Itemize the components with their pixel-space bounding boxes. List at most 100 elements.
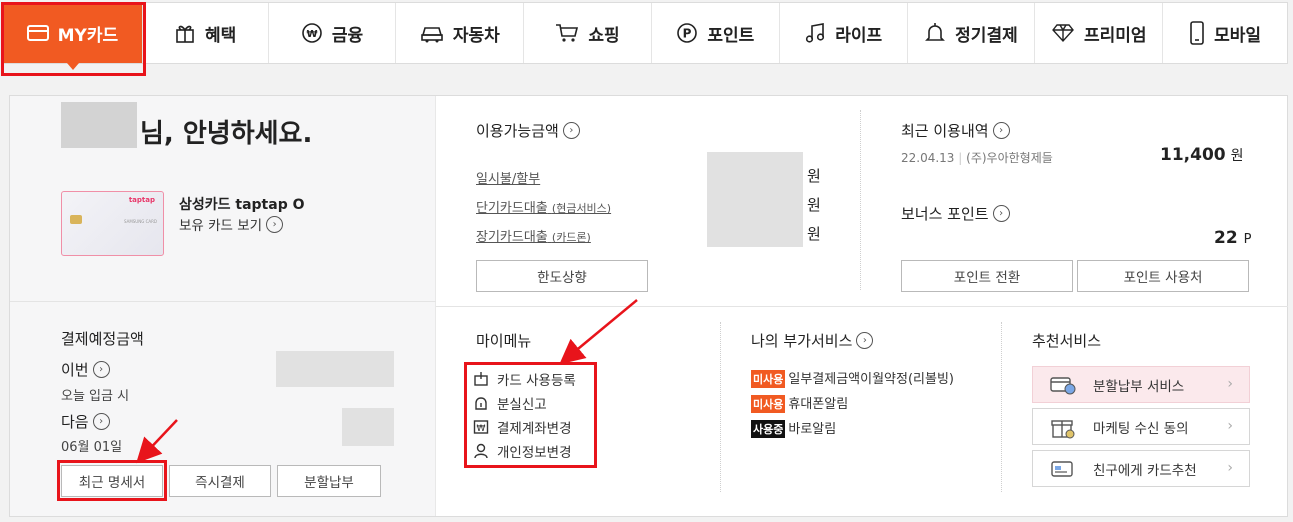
payment-next-label: 다음 (61, 413, 89, 431)
recent-amount-value: 11,400 (1160, 145, 1226, 165)
nav-label: 정기결제 (955, 25, 1018, 46)
status-badge: 미사용 (751, 370, 786, 388)
view-cards-label: 보유 카드 보기 (179, 218, 263, 234)
recommend-label: 마케팅 수신 동의 (1093, 420, 1189, 437)
gift-box-icon (1033, 415, 1093, 439)
annotation-box (464, 362, 597, 468)
nav-label: 프리미엄 (1083, 25, 1147, 46)
instant-pay-button[interactable]: 즉시결제 (169, 465, 271, 497)
payment-title: 결제예정금액 (61, 330, 144, 348)
mymenu-title: 마이메뉴 (476, 332, 532, 350)
installment-button[interactable]: 분할납부 (277, 465, 381, 497)
payment-this-label: 이번 (61, 361, 89, 379)
bonus-title-link[interactable]: 보너스 포인트 › (901, 203, 1010, 224)
card-chip (70, 215, 82, 224)
addon-instant-alert[interactable]: 사용중 바로알림 (751, 418, 836, 438)
card-logo: taptap (128, 196, 155, 204)
recommend-installment[interactable]: 분할납부 서비스 › (1032, 366, 1250, 403)
nav-label: 포인트 (707, 25, 755, 46)
diamond-icon (1052, 24, 1074, 43)
bell-icon (925, 23, 946, 41)
unit-won: 원 (807, 225, 821, 243)
chevron-right-icon: › (1227, 376, 1233, 392)
chevron-right-icon: › (92, 413, 110, 430)
divider (860, 110, 861, 290)
payment-next-link[interactable]: 다음 › (61, 411, 110, 432)
addon-list: 미사용 일부결제금액이월약정(리볼빙) 미사용 휴대폰알림 사용중 바로알림 (751, 368, 991, 438)
nav-premium[interactable]: 프리미엄 (1035, 3, 1164, 63)
limit-increase-button[interactable]: 한도상향 (476, 260, 648, 292)
nav-autopay[interactable]: 정기결제 (908, 3, 1036, 63)
unit-won: 원 (807, 196, 821, 214)
card-image[interactable]: taptap SAMSUNG CARD (61, 191, 164, 256)
bonus-points: 22 (1214, 228, 1238, 248)
point-usage-button[interactable]: 포인트 사용처 (1077, 260, 1249, 292)
nav-car[interactable]: 자동차 (396, 3, 525, 63)
status-badge: 미사용 (751, 395, 786, 413)
recent-detail: 22.04.13 | (주)우아한형제들 (901, 149, 1053, 166)
unit-won: 원 (807, 167, 821, 185)
card-share-icon (1033, 460, 1093, 478)
nav-finance[interactable]: ₩ 금융 (269, 3, 397, 63)
nav-shopping[interactable]: 쇼핑 (524, 3, 652, 63)
status-badge: 사용중 (751, 420, 786, 438)
svg-text:₩: ₩ (306, 29, 317, 40)
masked-amount (707, 152, 803, 247)
chevron-right-icon: › (92, 361, 110, 378)
available-row-lumpsum[interactable]: 일시불/할부 (476, 168, 540, 187)
cart-icon (556, 24, 579, 42)
payment-this-sub: 오늘 입금 시 (61, 389, 130, 404)
won-coin-icon: ₩ (302, 23, 322, 43)
card-chart-icon (1033, 375, 1093, 395)
divider (1001, 322, 1002, 492)
addon-label: 휴대폰알림 (788, 397, 849, 412)
addon-title: 나의 부가서비스 (751, 332, 853, 350)
recommend-refer-friend[interactable]: 친구에게 카드추천 › (1032, 450, 1250, 487)
nav-mobile[interactable]: 모바일 (1163, 3, 1287, 63)
chevron-right-icon: › (1227, 418, 1233, 434)
card-brand: SAMSUNG CARD (123, 219, 157, 224)
addon-phone-alert[interactable]: 미사용 휴대폰알림 (751, 393, 848, 413)
row-label: 장기카드대출 (476, 230, 548, 245)
recent-amount: 11,400 원 (1160, 145, 1244, 165)
addon-title-link[interactable]: 나의 부가서비스 › (751, 330, 874, 351)
chevron-right-icon: › (562, 122, 580, 139)
recent-date: 22.04.13 (901, 151, 955, 165)
nav-label: 라이프 (835, 25, 883, 46)
masked-amount (342, 408, 394, 446)
available-row-cash-service[interactable]: 단기카드대출 (현금서비스) (476, 197, 611, 216)
view-cards-link[interactable]: 보유 카드 보기 › (179, 214, 284, 234)
masked-username (61, 102, 137, 148)
nav-benefit[interactable]: 혜택 (143, 3, 269, 63)
recent-amount-unit: 원 (1230, 148, 1244, 164)
nav-point[interactable]: P 포인트 (652, 3, 780, 63)
row-sub: (카드론) (551, 231, 591, 244)
chevron-right-icon: › (266, 215, 284, 233)
nav-label: 모바일 (1214, 25, 1262, 46)
addon-label: 바로알림 (788, 422, 837, 437)
chevron-right-icon: › (992, 122, 1010, 139)
addon-revolving[interactable]: 미사용 일부결제금액이월약정(리볼빙) (751, 368, 954, 388)
bonus-title: 보너스 포인트 (901, 205, 989, 223)
available-row-card-loan[interactable]: 장기카드대출 (카드론) (476, 226, 591, 245)
nav-life[interactable]: 라이프 (780, 3, 908, 63)
row-sub: (현금서비스) (551, 202, 612, 215)
chevron-right-icon: › (856, 332, 874, 349)
divider (10, 301, 436, 302)
payment-this-link[interactable]: 이번 › (61, 359, 110, 380)
mobile-icon (1190, 21, 1204, 45)
masked-amount (276, 351, 394, 387)
nav-label: 금융 (331, 25, 364, 46)
point-convert-button[interactable]: 포인트 전환 (901, 260, 1073, 292)
recommend-label: 분할납부 서비스 (1093, 378, 1185, 395)
nav-label: 자동차 (452, 25, 500, 46)
recommend-marketing[interactable]: 마케팅 수신 동의 › (1032, 408, 1250, 445)
divider (436, 306, 1288, 307)
top-nav: MY카드 혜택 ₩ 금융 자동차 쇼핑 P 포인트 라이프 정기결제 프리미엄 … (2, 2, 1288, 70)
nav-label: 쇼핑 (588, 25, 620, 46)
recent-merchant: (주)우아한형제들 (966, 151, 1053, 165)
card-name: 삼성카드 taptap O (179, 197, 305, 213)
available-title-link[interactable]: 이용가능금액 › (476, 120, 580, 141)
recent-title-link[interactable]: 최근 이용내역 › (901, 120, 1010, 141)
svg-text:P: P (683, 27, 692, 41)
